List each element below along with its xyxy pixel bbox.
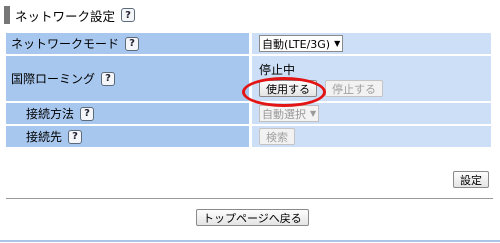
back-to-top-button[interactable]: トップページへ戻る — [196, 209, 309, 226]
settings-table: ネットワークモード ? 自動(LTE/3G) ▼ 国際ローミング ? 停止中 使… — [6, 31, 491, 149]
roaming-label: 国際ローミング — [11, 72, 96, 86]
help-icon[interactable]: ? — [68, 129, 83, 144]
row-connection-target: 接続先 ? 検索 — [6, 126, 491, 147]
help-icon[interactable]: ? — [80, 106, 95, 121]
set-button[interactable]: 設定 — [453, 171, 489, 188]
connection-method-value: 自動選択 — [262, 107, 306, 121]
row-roaming: 国際ローミング ? 停止中 使用する 停止する — [6, 56, 491, 101]
divider — [6, 198, 493, 199]
connection-method-select: 自動選択 ▼ — [259, 105, 320, 122]
roaming-stop-button: 停止する — [325, 80, 383, 97]
help-icon[interactable]: ? — [125, 36, 140, 51]
roaming-use-button[interactable]: 使用する — [259, 80, 317, 97]
network-mode-value: 自動(LTE/3G) — [262, 37, 331, 51]
row-connection-method: 接続方法 ? 自動選択 ▼ — [6, 103, 491, 124]
bottom-border — [0, 240, 500, 242]
chevron-down-icon: ▼ — [334, 39, 341, 48]
roaming-status: 停止中 — [259, 62, 296, 77]
search-button: 検索 — [259, 128, 295, 145]
connection-method-label: 接続方法 — [26, 107, 75, 121]
row-network-mode: ネットワークモード ? 自動(LTE/3G) ▼ — [6, 33, 491, 54]
connection-target-label: 接続先 — [26, 130, 63, 144]
help-icon[interactable]: ? — [101, 71, 116, 86]
section-header: ネットワーク設定 ? — [4, 6, 136, 24]
network-mode-select[interactable]: 自動(LTE/3G) ▼ — [259, 35, 344, 52]
help-icon[interactable]: ? — [121, 8, 136, 22]
chevron-down-icon: ▼ — [310, 109, 317, 118]
section-title: ネットワーク設定 — [15, 8, 116, 24]
network-mode-label: ネットワークモード — [11, 37, 120, 51]
